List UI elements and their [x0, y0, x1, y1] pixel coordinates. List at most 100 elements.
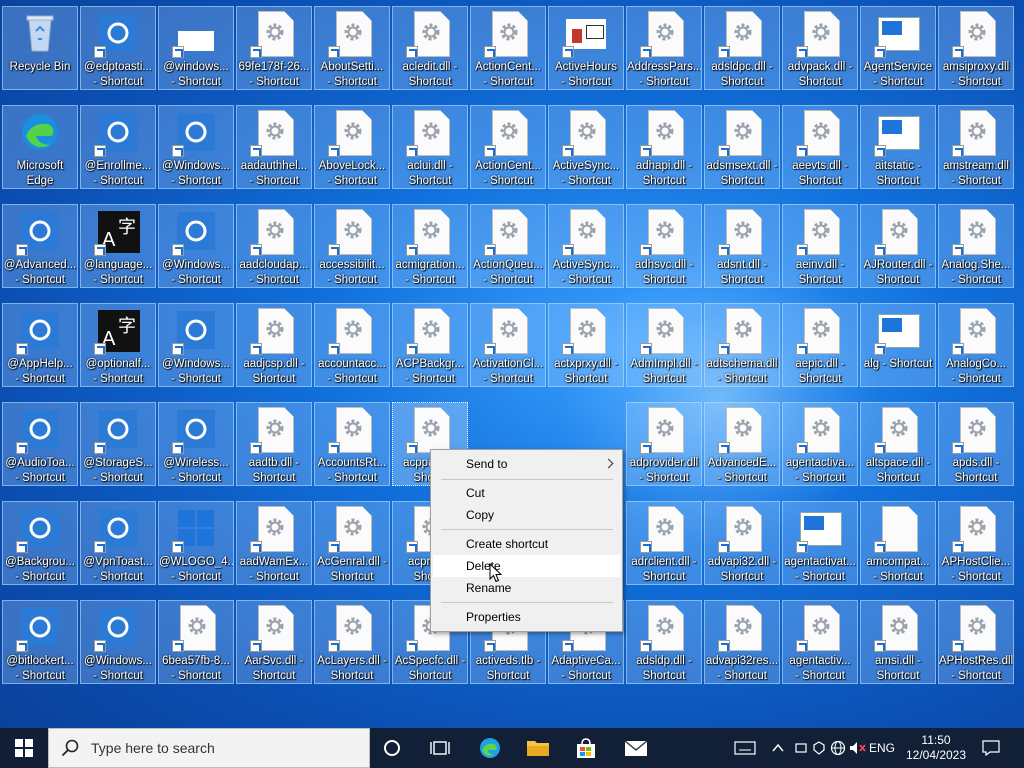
desktop-icon[interactable]: A 字 @optionalf... - Shortcut: [80, 303, 156, 387]
desktop-icon[interactable]: ActiveSync... - Shortcut: [548, 204, 624, 288]
desktop-icon[interactable]: @Wireless... - Shortcut: [158, 402, 234, 486]
desktop-icon[interactable]: adtschema.dll - Shortcut: [704, 303, 780, 387]
desktop-icon[interactable]: AccountsRt... - Shortcut: [314, 402, 390, 486]
desktop-icon[interactable]: Recycle Bin: [2, 6, 78, 90]
desktop-icon[interactable]: advpack.dll - Shortcut: [782, 6, 858, 90]
desktop-icon[interactable]: adsldpc.dll - Shortcut: [704, 6, 780, 90]
desktop-icon[interactable]: aadjcsp.dll - Shortcut: [236, 303, 312, 387]
desktop-icon[interactable]: AcGenral.dll - Shortcut: [314, 501, 390, 585]
desktop-icon[interactable]: accountacc... - Shortcut: [314, 303, 390, 387]
desktop-icon[interactable]: @Windows... - Shortcut: [158, 303, 234, 387]
tray-volume-button[interactable]: [848, 728, 868, 768]
menu-item-rename[interactable]: Rename: [433, 577, 620, 599]
taskbar-mail-button[interactable]: [616, 728, 656, 768]
desktop-icon[interactable]: ActivationCl... - Shortcut: [470, 303, 546, 387]
desktop-icon[interactable]: AJRouter.dll - Shortcut: [860, 204, 936, 288]
notification-center-button[interactable]: [976, 728, 1006, 768]
tray-meet-now-button[interactable]: [792, 728, 810, 768]
desktop-icon[interactable]: @StorageS... - Shortcut: [80, 402, 156, 486]
desktop-icon[interactable]: adrclient.dll - Shortcut: [626, 501, 702, 585]
desktop-icon[interactable]: adsmsext.dll - Shortcut: [704, 105, 780, 189]
desktop-icon[interactable]: advapi32.dll - Shortcut: [704, 501, 780, 585]
desktop-icon[interactable]: AarSvc.dll - Shortcut: [236, 600, 312, 684]
desktop-icon[interactable]: amsiproxy.dll - Shortcut: [938, 6, 1014, 90]
desktop-icon[interactable]: amstream.dll - Shortcut: [938, 105, 1014, 189]
cortana-button[interactable]: [372, 728, 412, 768]
desktop-icon[interactable]: @Advanced... - Shortcut: [2, 204, 78, 288]
desktop-icon[interactable]: @Backgrou... - Shortcut: [2, 501, 78, 585]
desktop-icon[interactable]: amsi.dll - Shortcut: [860, 600, 936, 684]
desktop-icon[interactable]: @AppHelp... - Shortcut: [2, 303, 78, 387]
desktop-icon[interactable]: agentactiva... - Shortcut: [782, 402, 858, 486]
desktop-icon[interactable]: accessibilit... - Shortcut: [314, 204, 390, 288]
taskbar-store-button[interactable]: [566, 728, 606, 768]
menu-item-create-shortcut[interactable]: Create shortcut: [433, 533, 620, 555]
tray-show-hidden-button[interactable]: [766, 728, 790, 768]
desktop-icon[interactable]: @Enrollme... - Shortcut: [80, 105, 156, 189]
desktop-icon[interactable]: @bitlockert... - Shortcut: [2, 600, 78, 684]
desktop-icon[interactable]: A 字 @language... - Shortcut: [80, 204, 156, 288]
taskbar-search-box[interactable]: Type here to search: [48, 728, 370, 768]
desktop-icon[interactable]: ACPBackgr... - Shortcut: [392, 303, 468, 387]
desktop-icon[interactable]: @Windows... - Shortcut: [158, 204, 234, 288]
desktop-icon[interactable]: aadcloudap... - Shortcut: [236, 204, 312, 288]
tray-keyboard-button[interactable]: [730, 728, 760, 768]
desktop-icon[interactable]: @edptoasti... - Shortcut: [80, 6, 156, 90]
desktop-icon[interactable]: agentactiv... - Shortcut: [782, 600, 858, 684]
desktop-icon[interactable]: AnalogCo... - Shortcut: [938, 303, 1014, 387]
desktop-icon[interactable]: Analog.She... - Shortcut: [938, 204, 1014, 288]
desktop-icon[interactable]: agentactivat... - Shortcut: [782, 501, 858, 585]
desktop-icon[interactable]: actxprxy.dll - Shortcut: [548, 303, 624, 387]
menu-item-copy[interactable]: Copy: [433, 504, 620, 526]
desktop-icon[interactable]: aepic.dll - Shortcut: [782, 303, 858, 387]
desktop-icon[interactable]: AdmImpl.dll - Shortcut: [626, 303, 702, 387]
desktop-icon[interactable]: ActionCent... - Shortcut: [470, 105, 546, 189]
tray-language-button[interactable]: ENG: [868, 728, 896, 768]
desktop-icon[interactable]: alg - Shortcut: [860, 303, 936, 387]
desktop-icon[interactable]: aeinv.dll - Shortcut: [782, 204, 858, 288]
desktop-icon[interactable]: adsnt.dll - Shortcut: [704, 204, 780, 288]
desktop-icon[interactable]: @Windows... - Shortcut: [80, 600, 156, 684]
desktop-icon[interactable]: acledit.dll - Shortcut: [392, 6, 468, 90]
desktop-icon[interactable]: advapi32res... - Shortcut: [704, 600, 780, 684]
desktop-icon[interactable]: adprovider.dll - Shortcut: [626, 402, 702, 486]
desktop-icon[interactable]: @WLOGO_4... - Shortcut: [158, 501, 234, 585]
desktop-icon[interactable]: 6bea57fb-8... - Shortcut: [158, 600, 234, 684]
desktop-icon[interactable]: 69fe178f-26... - Shortcut: [236, 6, 312, 90]
desktop-icon[interactable]: @AudioToa... - Shortcut: [2, 402, 78, 486]
desktop-icon[interactable]: ActionQueu... - Shortcut: [470, 204, 546, 288]
tray-clock[interactable]: 11:50 12/04/2023: [896, 728, 976, 768]
start-button[interactable]: [0, 728, 48, 768]
desktop-icon[interactable]: aadtb.dll - Shortcut: [236, 402, 312, 486]
desktop-icon[interactable]: adsldp.dll - Shortcut: [626, 600, 702, 684]
desktop-icon[interactable]: ActionCent... - Shortcut: [470, 6, 546, 90]
taskbar-file-explorer-button[interactable]: [518, 728, 558, 768]
menu-item-send-to[interactable]: Send to: [433, 453, 620, 475]
desktop-icon[interactable]: Microsoft Edge: [2, 105, 78, 189]
task-view-button[interactable]: [420, 728, 460, 768]
menu-item-cut[interactable]: Cut: [433, 482, 620, 504]
menu-item-properties[interactable]: Properties: [433, 606, 620, 628]
desktop-icon[interactable]: @windows... - Shortcut: [158, 6, 234, 90]
desktop-icon[interactable]: @VpnToast... - Shortcut: [80, 501, 156, 585]
desktop-icon[interactable]: ActiveHours - Shortcut: [548, 6, 624, 90]
desktop-icon[interactable]: acmigration... - Shortcut: [392, 204, 468, 288]
desktop-icon[interactable]: @Windows... - Shortcut: [158, 105, 234, 189]
desktop-icon[interactable]: AdvancedE... - Shortcut: [704, 402, 780, 486]
desktop-icon[interactable]: APHostClie... - Shortcut: [938, 501, 1014, 585]
desktop-icon[interactable]: AcLayers.dll - Shortcut: [314, 600, 390, 684]
desktop-icon[interactable]: AboutSetti... - Shortcut: [314, 6, 390, 90]
desktop-icon[interactable]: amcompat... - Shortcut: [860, 501, 936, 585]
taskbar-edge-button[interactable]: [470, 728, 510, 768]
desktop-icon[interactable]: aadWamEx... - Shortcut: [236, 501, 312, 585]
desktop-icon[interactable]: AboveLock... - Shortcut: [314, 105, 390, 189]
desktop-icon[interactable]: apds.dll - Shortcut: [938, 402, 1014, 486]
menu-item-delete[interactable]: Delete: [433, 555, 620, 577]
tray-network-button[interactable]: [828, 728, 848, 768]
desktop-icon[interactable]: aitstatic - Shortcut: [860, 105, 936, 189]
desktop-icon[interactable]: AddressPars... - Shortcut: [626, 6, 702, 90]
tray-vpn-button[interactable]: [810, 728, 828, 768]
desktop-icon[interactable]: altspace.dll - Shortcut: [860, 402, 936, 486]
desktop-icon[interactable]: adhsvc.dll - Shortcut: [626, 204, 702, 288]
desktop-icon[interactable]: aclui.dll - Shortcut: [392, 105, 468, 189]
